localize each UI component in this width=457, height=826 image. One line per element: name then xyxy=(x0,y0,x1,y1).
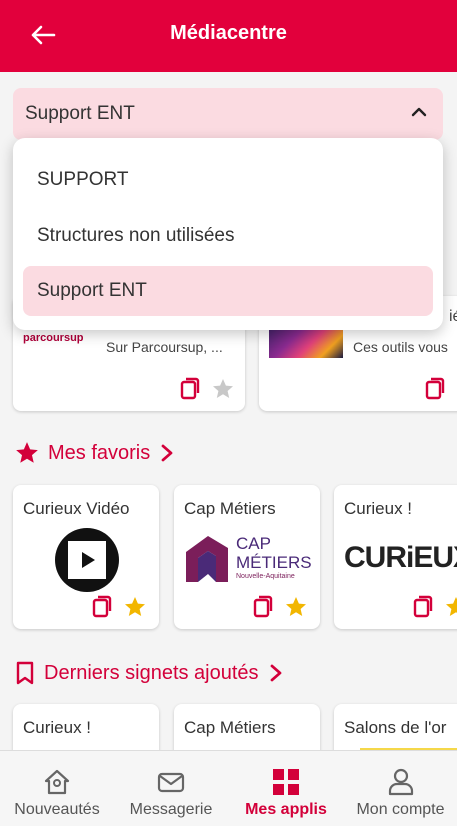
nav-item-messagerie[interactable]: Messagerie xyxy=(114,751,228,826)
user-icon xyxy=(388,768,413,796)
cap-metiers-logo: CAP MÉTIERS Nouvelle-Aquitaine xyxy=(184,532,312,588)
favorite-card-cap-metiers[interactable]: Cap Métiers CAP MÉTIERS Nouvelle-Aquitai… xyxy=(174,485,320,629)
card-actions xyxy=(179,377,235,401)
copy-icon[interactable] xyxy=(252,595,274,619)
card-title: Salons de l'or xyxy=(344,718,447,737)
bottom-navigation: Nouveautés Messagerie Mes applis Mon com… xyxy=(0,750,457,826)
cap-metiers-mark-icon xyxy=(186,536,228,582)
structure-select-value: Support ENT xyxy=(25,103,135,124)
card-title: Curieux Vidéo xyxy=(23,499,130,518)
card-actions xyxy=(412,595,457,619)
play-icon xyxy=(82,552,95,568)
card-title: Cap Métiers xyxy=(184,718,276,737)
card-title-fragment: ié xyxy=(449,308,457,325)
card-description: Ces outils vous xyxy=(353,339,448,355)
mail-icon xyxy=(157,772,185,793)
parcoursup-logo: parcoursup xyxy=(23,332,84,344)
card-actions xyxy=(91,595,147,619)
copy-icon[interactable] xyxy=(91,595,113,619)
star-filled-icon xyxy=(16,442,38,463)
dropdown-option-support[interactable]: SUPPORT xyxy=(23,155,433,205)
chevron-up-icon xyxy=(411,107,427,117)
nav-label: Mes applis xyxy=(245,801,327,818)
nav-label: Messagerie xyxy=(129,801,213,818)
card-title: Curieux ! xyxy=(23,718,92,737)
bookmarks-section-title[interactable]: Derniers signets ajoutés xyxy=(14,660,285,686)
nav-label: Mon compte xyxy=(356,801,445,818)
structure-dropdown-menu: SUPPORT Structures non utilisées Support… xyxy=(13,138,443,330)
curieux-video-logo xyxy=(55,528,119,592)
star-outline-icon[interactable] xyxy=(211,377,235,401)
favorite-card-curieux-video[interactable]: Curieux Vidéo xyxy=(13,485,159,629)
nav-label: Nouveautés xyxy=(14,801,100,818)
cap-metiers-logo-line2: MÉTIERS xyxy=(236,553,312,572)
chevron-right-icon xyxy=(161,444,173,462)
home-icon xyxy=(44,769,70,795)
card-actions xyxy=(424,377,446,401)
copy-icon[interactable] xyxy=(424,377,446,401)
cap-metiers-logo-line3: Nouvelle-Aquitaine xyxy=(236,573,295,580)
bookmark-card[interactable]: Salons de l'or xyxy=(334,704,457,750)
favorite-card-curieux[interactable]: Curieux ! CURiEUX xyxy=(334,485,457,629)
nav-item-mes-applis[interactable]: Mes applis xyxy=(228,751,344,826)
copy-icon[interactable] xyxy=(412,595,434,619)
card-actions xyxy=(252,595,308,619)
card-title: Cap Métiers xyxy=(184,499,276,518)
bookmarks-title: Derniers signets ajoutés xyxy=(44,661,259,684)
star-filled-icon[interactable] xyxy=(284,595,308,619)
apps-grid-icon xyxy=(273,769,299,795)
dropdown-option-structures-non-utilisees[interactable]: Structures non utilisées xyxy=(23,211,433,261)
nav-item-nouveautes[interactable]: Nouveautés xyxy=(0,751,114,826)
app-header: Médiacentre xyxy=(0,0,457,72)
page-title: Médiacentre xyxy=(170,22,287,44)
favorites-title: Mes favoris xyxy=(48,441,151,464)
bookmark-card[interactable]: Curieux ! xyxy=(13,704,159,750)
bookmark-icon xyxy=(16,661,34,685)
star-filled-icon[interactable] xyxy=(123,595,147,619)
favorites-section-title[interactable]: Mes favoris xyxy=(14,440,176,466)
copy-icon[interactable] xyxy=(179,377,201,401)
curieux-logo: CURiEUX xyxy=(344,541,457,574)
dropdown-option-support-ent[interactable]: Support ENT xyxy=(23,266,433,316)
card-title: Curieux ! xyxy=(344,499,413,518)
structure-select[interactable]: Support ENT xyxy=(13,88,443,140)
star-filled-icon[interactable] xyxy=(444,595,457,619)
card-description: Sur Parcoursup, ... xyxy=(106,339,223,355)
nav-item-mon-compte[interactable]: Mon compte xyxy=(344,751,457,826)
cap-metiers-logo-line1: CAP xyxy=(236,534,271,553)
bookmark-card[interactable]: Cap Métiers xyxy=(174,704,320,750)
chevron-right-icon xyxy=(270,664,281,682)
